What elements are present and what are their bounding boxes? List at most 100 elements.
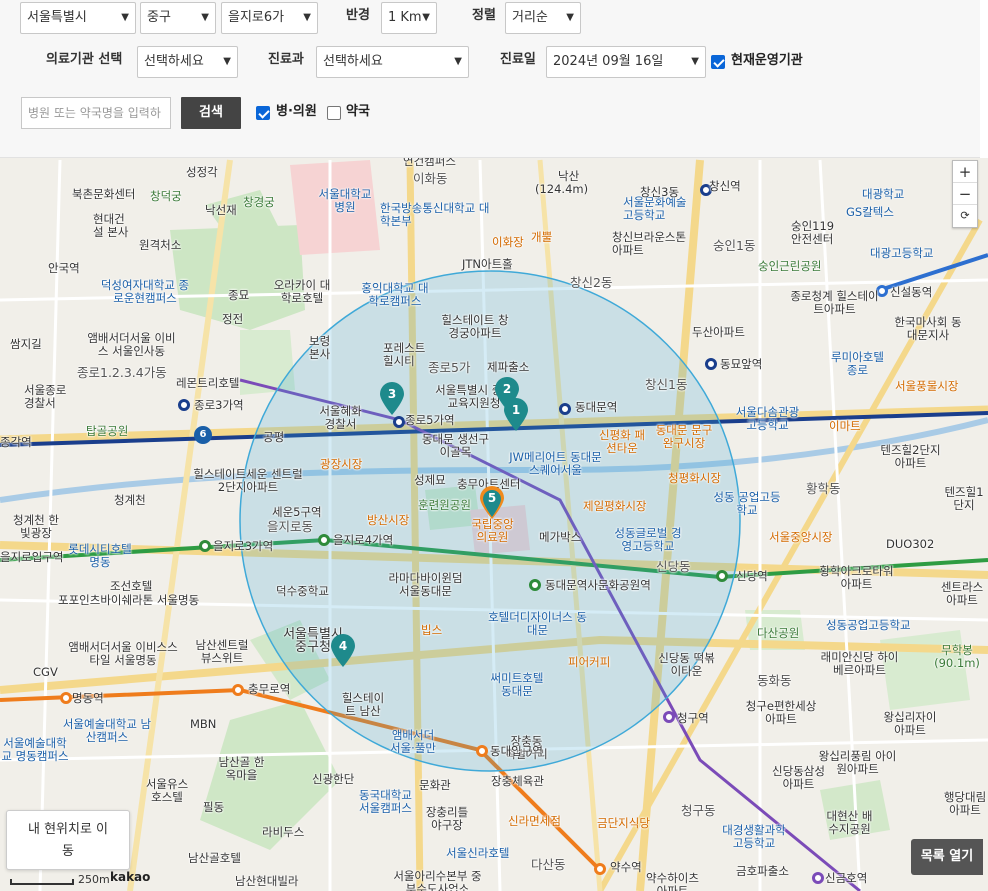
sort-select-value: 거리순 (512, 10, 548, 25)
place-label: 명동역 (72, 691, 104, 705)
map-view[interactable]: 연건캠퍼스 이화동 낙산 (124.4m) 성정각 창덕궁 북촌문화센터 낙선재… (0, 158, 988, 891)
station-marker (232, 684, 244, 696)
search-button[interactable]: 검색 (181, 97, 241, 129)
place-label: 필동 (203, 800, 225, 814)
radius-select[interactable]: 1 Km ▼ (381, 2, 437, 34)
pin-number: 5 (487, 491, 497, 505)
chevron-down-icon: ▼ (303, 12, 311, 23)
route-badge: 6 (194, 426, 212, 444)
place-label: 종로3가역 (194, 398, 244, 412)
date-select[interactable]: 2024년 09월 16일 ▼ (546, 46, 706, 78)
place-label: 약수하이츠 아파트 (646, 871, 699, 891)
pharmacy-checkbox[interactable] (327, 106, 341, 120)
place-label: 청계천 (114, 493, 146, 507)
place-label: 종묘 (228, 288, 250, 302)
area-label: 종로1.2.3.4가동 (77, 365, 167, 380)
place-label: 동대입구역 (490, 744, 543, 758)
place-label: 래미안신당 하이베르아파트 (820, 650, 899, 677)
place-label: 텐즈힐1단지 (944, 485, 984, 512)
institution-select[interactable]: 선택하세요 ▼ (137, 46, 238, 78)
chevron-down-icon: ▼ (691, 56, 699, 67)
hospital-pin-5-highlighted[interactable]: 5 (479, 486, 505, 520)
place-label: 신금호역 (825, 871, 868, 885)
department-select[interactable]: 선택하세요 ▼ (316, 46, 469, 78)
place-label: 창덕궁 (150, 189, 182, 203)
place-label: 한국마사회 동대문지사 (894, 315, 962, 342)
pharmacy-label: 약국 (346, 104, 370, 119)
place-label: CGV (33, 665, 58, 679)
place-label: 빕스 (421, 623, 443, 637)
place-label: 동대문역 (575, 400, 618, 414)
place-label: 제일평화시장 (583, 499, 647, 513)
city-select[interactable]: 서울특별시 ▼ (20, 2, 136, 34)
place-label: 힐스테이트세운 센트럴2단지아파트 (193, 467, 303, 494)
zoom-in-button[interactable]: + (953, 161, 977, 183)
station-marker (393, 416, 405, 428)
open-now-checkbox[interactable] (711, 55, 725, 69)
place-label: 힐스테이트 남산 (341, 691, 385, 718)
hospital-pin-4[interactable]: 4 (330, 634, 356, 668)
area-label: 숭인1동 (713, 238, 756, 253)
place-label: 서울예술대학교 명동캠퍼스 (1, 736, 69, 763)
place-label: 현대건설 본사 (93, 212, 129, 239)
open-now-label: 현재운영기관 (731, 53, 803, 68)
place-label: 동묘앞역 (720, 357, 763, 371)
place-label: 서울혜화 경찰서 (319, 404, 362, 431)
place-label: 제파출소 (487, 360, 530, 374)
place-label: 창신역 (709, 179, 741, 193)
place-label: 안국역 (48, 261, 80, 275)
place-label: 쌈지길 (10, 337, 42, 351)
hospital-pin-3[interactable]: 3 (379, 382, 405, 416)
hospital-checkbox[interactable] (256, 106, 270, 120)
place-label: 포레스트 힐시티 (383, 341, 426, 368)
place-label: 레몬트리호텔 (176, 376, 240, 390)
area-label: 창신1동 (645, 377, 688, 392)
station-marker (178, 399, 190, 411)
place-label: 신광한단 (312, 772, 355, 786)
station-marker (318, 534, 330, 546)
date-label: 진료일 (500, 52, 536, 67)
place-label: DUO302 (886, 537, 935, 551)
place-label: 라비두스 (262, 825, 305, 839)
place-label: 조선호텔 (110, 579, 153, 593)
station-marker (559, 403, 571, 415)
station-marker (60, 692, 72, 704)
search-input[interactable]: 병원 또는 약국명을 입력하 (21, 97, 171, 129)
institution-label: 의료기관 선택 (46, 52, 123, 67)
place-label: 포포인츠바이쉐라톤 서울명동 (58, 593, 200, 607)
place-label: 약수역 (610, 860, 642, 874)
place-label: 숭인근린공원 (758, 259, 822, 273)
station-marker (663, 711, 675, 723)
place-label: 이마트 (829, 419, 861, 433)
place-label: 숭인119 안전센터 (791, 219, 835, 246)
place-label: 써미트호텔 동대문 (490, 671, 544, 698)
place-label: 금호파출소 (736, 864, 789, 878)
pin-number: 2 (502, 382, 512, 396)
chevron-down-icon: ▼ (454, 56, 462, 67)
gu-select[interactable]: 중구 ▼ (140, 2, 216, 34)
place-label: 서울종로 경찰서 (24, 383, 67, 410)
place-label: 앰배서더 서울·풀만 (390, 728, 436, 755)
radius-label: 반경 (346, 8, 370, 23)
zoom-control: + − ⟳ (952, 160, 978, 228)
my-location-label-line1: 내 현위치로 이 (27, 822, 109, 837)
place-label: 신라면세점 (508, 814, 561, 828)
station-marker (594, 863, 606, 875)
area-label: 황학동 (806, 481, 841, 496)
place-label: 덕수중학교 (276, 584, 329, 598)
open-list-button[interactable]: 목록 열기 (911, 839, 983, 875)
reset-view-button[interactable]: ⟳ (953, 205, 977, 227)
place-label: 국립중앙의료원 (471, 517, 514, 544)
chevron-down-icon: ▼ (422, 12, 430, 23)
hospital-pin-2[interactable]: 2 (494, 377, 520, 411)
zoom-out-button[interactable]: − (953, 183, 977, 205)
place-label: 서울유스 호스텔 (145, 777, 189, 804)
place-label: 남산골 한옥마을 (218, 755, 265, 782)
sort-select[interactable]: 거리순 ▼ (505, 2, 581, 34)
dong-select[interactable]: 을지로6가 ▼ (221, 2, 318, 34)
place-label: 한국방송통신대학교 대학본부 (380, 201, 490, 228)
city-select-value: 서울특별시 (27, 10, 87, 25)
place-label: 이화장 (492, 235, 524, 249)
area-label: 다산동 (531, 857, 566, 872)
my-location-button[interactable]: 내 현위치로 이 동 (6, 810, 130, 870)
